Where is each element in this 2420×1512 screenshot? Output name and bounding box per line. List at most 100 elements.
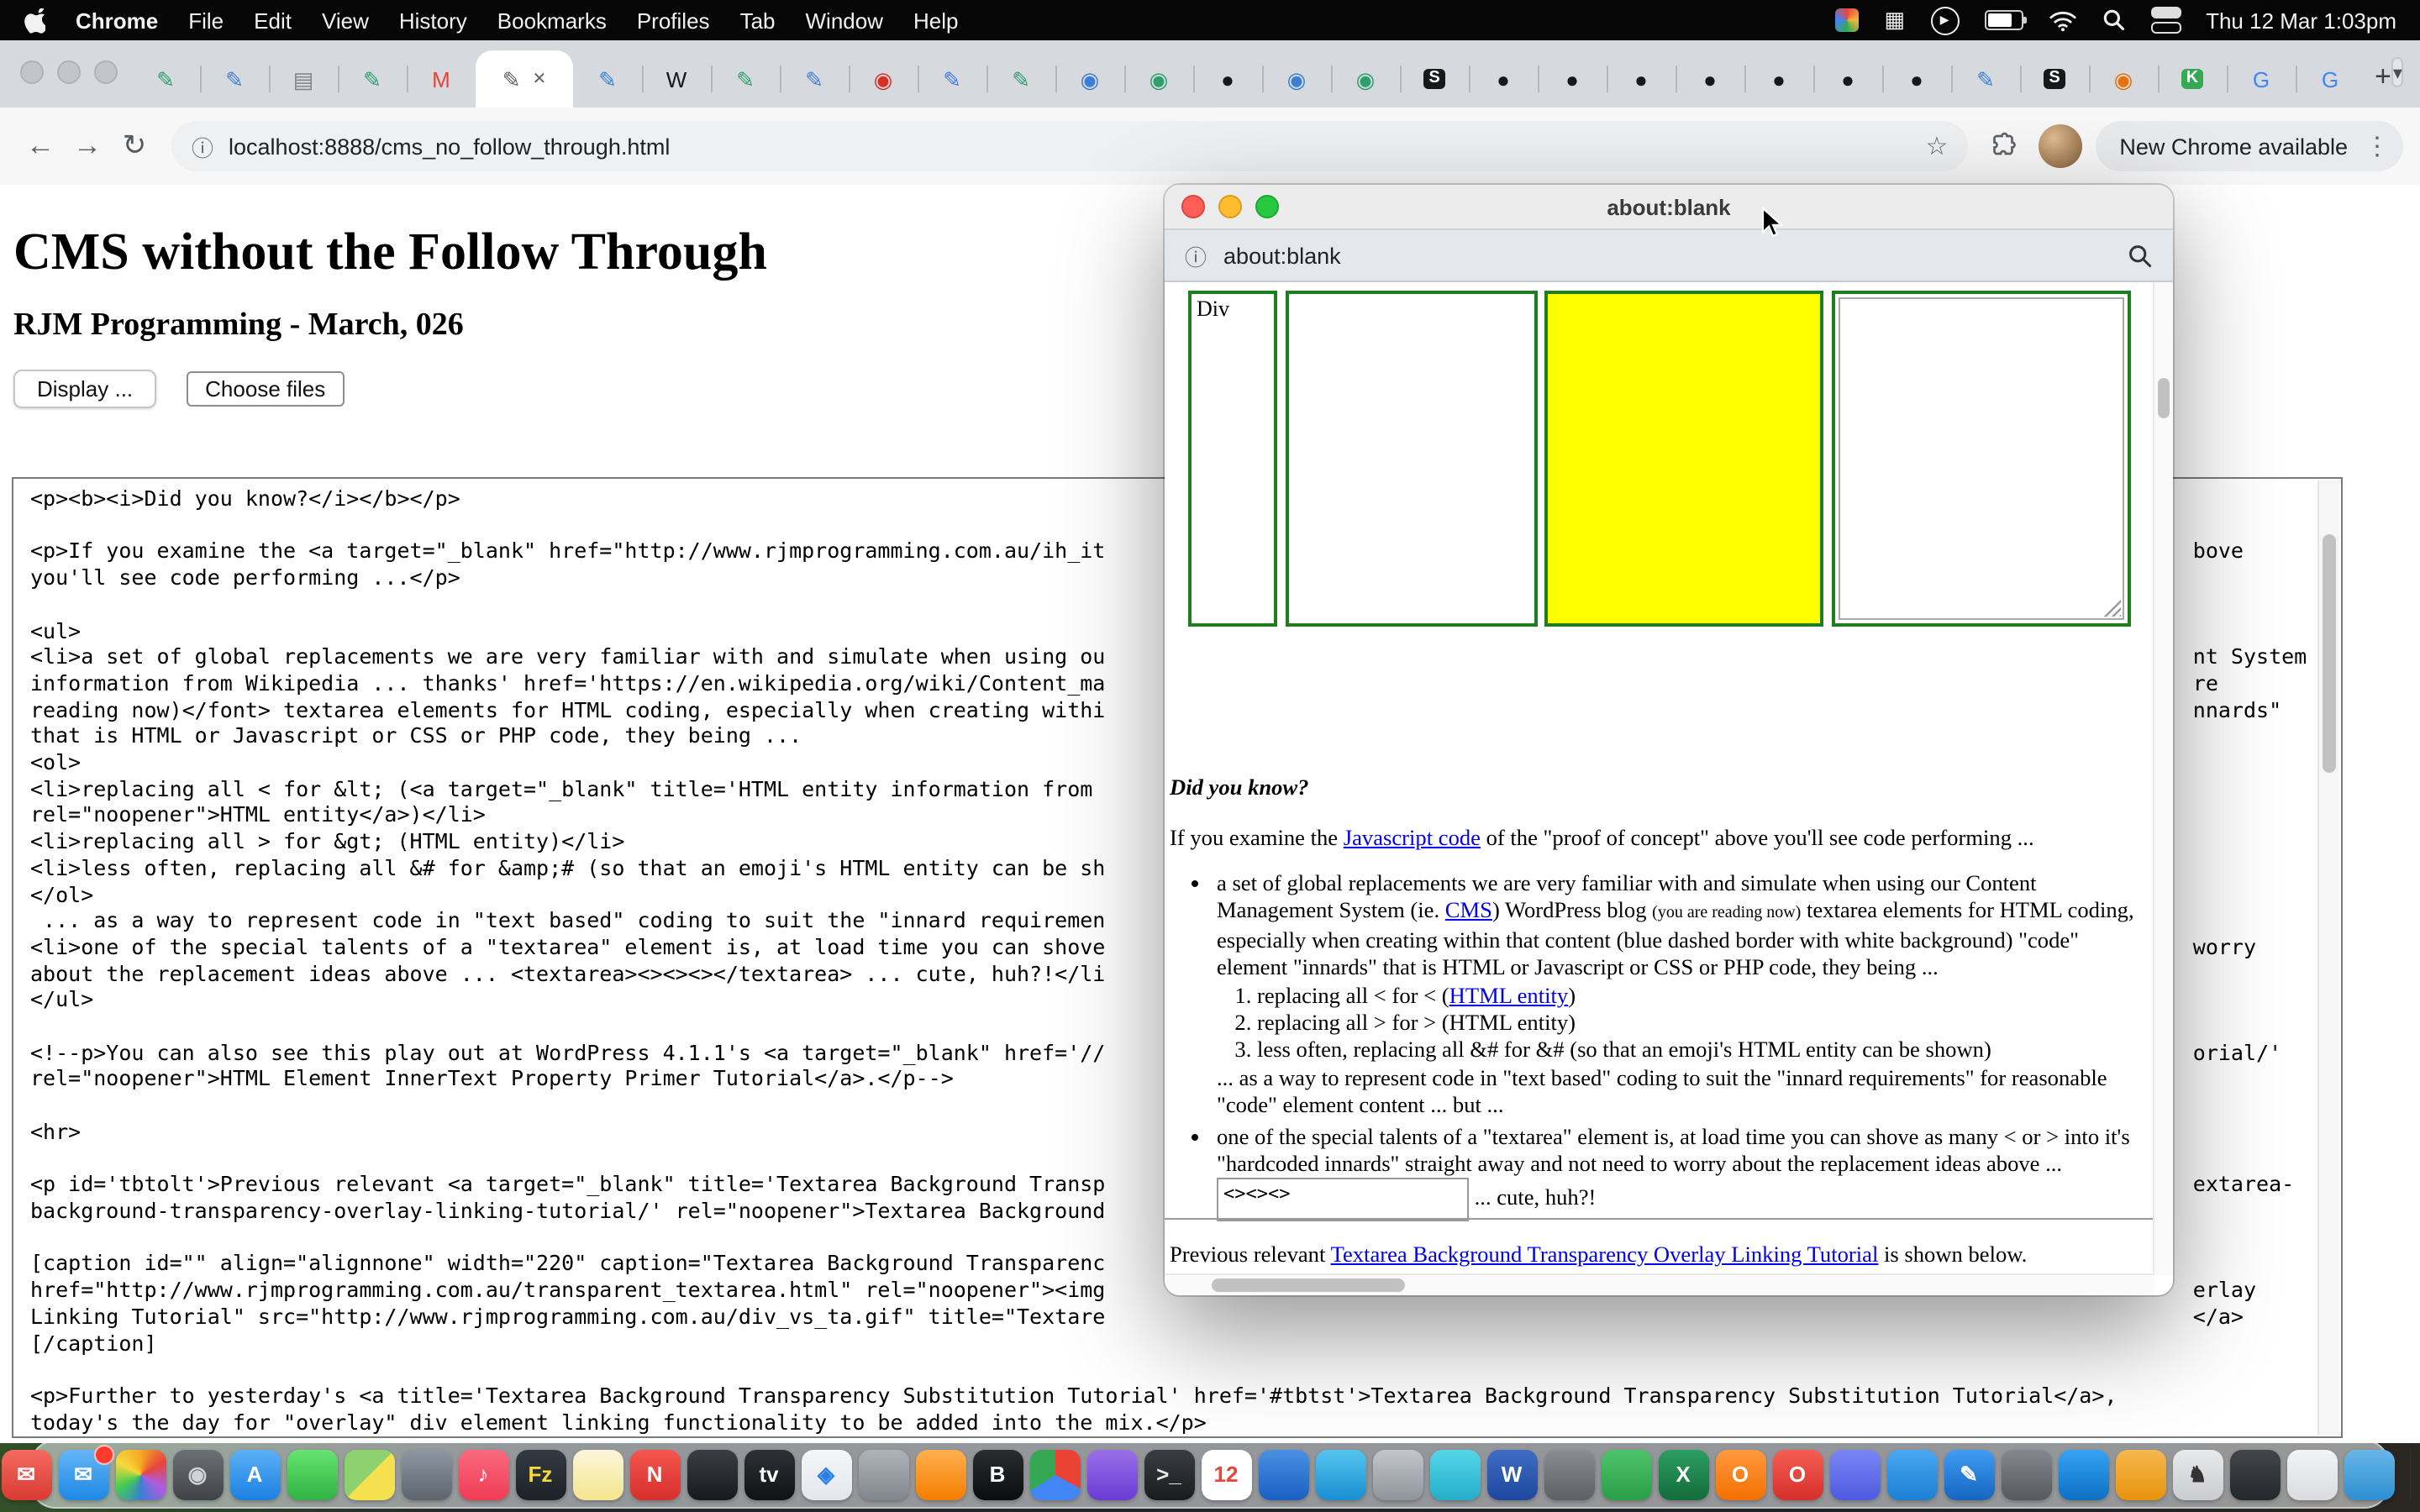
dock-app-icon[interactable]: [115, 1449, 166, 1499]
menu-item[interactable]: Window: [806, 8, 884, 33]
dock-app-icon[interactable]: A: [229, 1449, 280, 1499]
bookmark-star-icon[interactable]: ☆: [1925, 131, 1948, 161]
dock-app-icon[interactable]: [1029, 1449, 1080, 1499]
tab[interactable]: ●: [1469, 50, 1538, 108]
menu-item[interactable]: File: [188, 8, 224, 33]
site-info-icon[interactable]: ⓘ: [192, 130, 213, 162]
dock-app-icon[interactable]: [1315, 1449, 1365, 1499]
popup-horizontal-scrollbar[interactable]: [1165, 1273, 2154, 1295]
tab-close-icon[interactable]: ✕: [533, 70, 547, 88]
mini-textarea[interactable]: <><><>: [1217, 1178, 1469, 1221]
dock-app-icon[interactable]: W: [1486, 1449, 1537, 1499]
tab[interactable]: W: [642, 50, 711, 108]
dock-app-icon[interactable]: [572, 1449, 623, 1499]
dock-app-icon[interactable]: B: [972, 1449, 1023, 1499]
tab[interactable]: ✎: [573, 50, 642, 108]
tab[interactable]: ◉: [2089, 50, 2158, 108]
tab[interactable]: ●: [1538, 50, 1607, 108]
javascript-code-link[interactable]: Javascript code: [1344, 825, 1481, 850]
tab[interactable]: ◉: [1331, 50, 1400, 108]
tab[interactable]: ✎: [338, 50, 407, 108]
popup-vertical-scrollbar-thumb[interactable]: [2158, 378, 2170, 418]
tab-active[interactable]: ✎✕: [476, 50, 573, 108]
dock-app-icon[interactable]: [1258, 1449, 1308, 1499]
popup-site-info-icon[interactable]: ⓘ: [1185, 239, 1207, 271]
tab[interactable]: ●: [1193, 50, 1262, 108]
tab[interactable]: ●: [1813, 50, 1882, 108]
menu-item[interactable]: Help: [913, 8, 959, 33]
tab[interactable]: ✎: [1951, 50, 2020, 108]
dock-app-icon[interactable]: [1372, 1449, 1423, 1499]
display-button[interactable]: Display ...: [13, 370, 156, 408]
popup-zoom-button[interactable]: [1255, 195, 1279, 218]
tab[interactable]: S: [1400, 50, 1469, 108]
dock-app-icon[interactable]: [1886, 1449, 1937, 1499]
dock-app-icon[interactable]: [344, 1449, 394, 1499]
dock-app-icon[interactable]: ✉: [58, 1449, 108, 1499]
dock-app-icon[interactable]: [2115, 1449, 2165, 1499]
textarea-scrollbar[interactable]: [2317, 480, 2339, 1435]
popup-horizontal-scrollbar-thumb[interactable]: [1212, 1278, 1405, 1292]
tab[interactable]: ●: [1607, 50, 1676, 108]
menu-item[interactable]: Bookmarks: [497, 8, 607, 33]
tab-search-chevron-icon[interactable]: ▾: [2391, 57, 2404, 87]
dock-app-icon[interactable]: [2001, 1449, 2051, 1499]
tab[interactable]: ◉: [1055, 50, 1124, 108]
dock-app-icon[interactable]: Fz: [515, 1449, 566, 1499]
html-entity-link[interactable]: HTML entity: [1449, 983, 1569, 1008]
tab[interactable]: ✎: [131, 50, 200, 108]
tab[interactable]: ●: [1676, 50, 1744, 108]
dock-app-icon[interactable]: ◉: [172, 1449, 223, 1499]
tab[interactable]: ◉: [849, 50, 918, 108]
dock-app-icon[interactable]: ✉: [1, 1449, 51, 1499]
tab[interactable]: ▤: [269, 50, 338, 108]
dock-app-icon[interactable]: [1429, 1449, 1480, 1499]
tab[interactable]: G: [2296, 50, 2365, 108]
menu-item[interactable]: History: [399, 8, 467, 33]
window-close-button[interactable]: [20, 60, 44, 84]
profile-avatar[interactable]: [2039, 124, 2082, 168]
dock-app-icon[interactable]: O: [1715, 1449, 1765, 1499]
dock-app-icon[interactable]: [1829, 1449, 1880, 1499]
reload-button[interactable]: ↻: [111, 123, 158, 170]
battery-icon[interactable]: [1984, 10, 2023, 30]
previous-tutorial-link[interactable]: Textarea Background Transparency Overlay…: [1331, 1242, 1879, 1267]
menu-app-name[interactable]: Chrome: [76, 8, 158, 33]
tab[interactable]: ◉: [1262, 50, 1331, 108]
dock-app-icon[interactable]: X: [1658, 1449, 1708, 1499]
dock-app-icon[interactable]: [401, 1449, 451, 1499]
dock-app-icon[interactable]: [915, 1449, 965, 1499]
dock-app-icon[interactable]: [2058, 1449, 2108, 1499]
tab[interactable]: ✎: [918, 50, 986, 108]
menu-item[interactable]: View: [322, 8, 369, 33]
dock-app-icon[interactable]: ♞: [2172, 1449, 2223, 1499]
popup-titlebar[interactable]: about:blank: [1165, 185, 2173, 230]
dock-app-icon[interactable]: [1544, 1449, 1594, 1499]
window-minimize-button[interactable]: [57, 60, 81, 84]
popup-zoom-search-icon[interactable]: [2128, 243, 2153, 268]
dock-app-icon[interactable]: [1086, 1449, 1137, 1499]
tab[interactable]: G: [2227, 50, 2296, 108]
new-tab-button[interactable]: +: [2375, 55, 2391, 99]
dock-app-icon[interactable]: [2344, 1449, 2394, 1499]
chrome-update-button[interactable]: New Chrome available ⋮: [2096, 121, 2403, 171]
textarea-scrollbar-thumb[interactable]: [2323, 534, 2336, 773]
search-icon[interactable]: [2102, 7, 2125, 34]
dock-app-icon[interactable]: O: [1772, 1449, 1823, 1499]
cms-link[interactable]: CMS: [1445, 897, 1492, 922]
dock-app-icon[interactable]: ✎: [1944, 1449, 1994, 1499]
back-button[interactable]: ←: [17, 123, 64, 170]
dock-app-icon[interactable]: N: [629, 1449, 680, 1499]
tab[interactable]: K: [2158, 50, 2227, 108]
tab[interactable]: M: [407, 50, 476, 108]
dock-app-icon[interactable]: tv: [744, 1449, 794, 1499]
div-box-textarea[interactable]: [1832, 291, 2131, 627]
menu-item[interactable]: Edit: [254, 8, 292, 33]
dock-app-icon[interactable]: [287, 1449, 337, 1499]
control-center-icon[interactable]: [2150, 7, 2181, 34]
dock-app-icon[interactable]: [2229, 1449, 2280, 1499]
keyboard-icon[interactable]: ▦: [1885, 7, 1906, 34]
menu-item[interactable]: Tab: [740, 8, 776, 33]
dock-app-icon[interactable]: [1601, 1449, 1651, 1499]
play-icon[interactable]: ▶: [1930, 6, 1959, 34]
